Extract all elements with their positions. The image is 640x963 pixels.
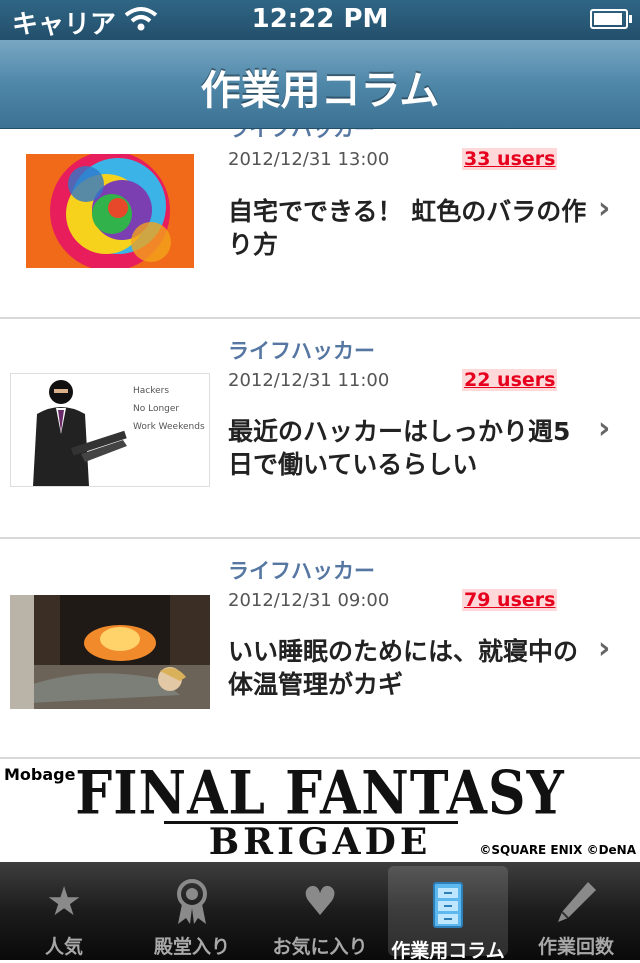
- tab-label: 作業回数: [537, 936, 614, 958]
- status-bar: キャリア 12:22 PM: [0, 0, 640, 40]
- tab-work-count[interactable]: 作業回数: [512, 862, 640, 960]
- tab-label: 作業用コラム: [391, 940, 505, 962]
- page-title: 作業用コラム: [200, 68, 440, 114]
- article-source: ライフハッカー: [228, 559, 375, 583]
- tab-label: 人気: [44, 936, 83, 958]
- star-icon: ★: [46, 879, 82, 925]
- article-date: 2012/12/31 13:00: [228, 149, 390, 170]
- ad-title: FINAL FANTASY: [75, 758, 565, 829]
- users-badge[interactable]: 22 users: [462, 369, 558, 391]
- article-title: いい睡眠のためには、就寝中の体温管理がカギ: [228, 637, 579, 699]
- article-source: ライフハッカー: [228, 129, 375, 141]
- ad-copyright: ©SQUARE ENIX ©DeNA: [479, 843, 636, 857]
- article-title: 自宅でできる！ 虹色のバラの作り方: [228, 197, 587, 259]
- article-date: 2012/12/31 09:00: [228, 590, 390, 611]
- battery-icon: [590, 9, 632, 29]
- navigation-bar: 作業用コラム: [0, 40, 640, 129]
- pencil-icon: [512, 878, 640, 926]
- article-cell[interactable]: ライフハッカー Hackers No Longer Work Weekends …: [0, 319, 640, 539]
- tab-popular[interactable]: ★ 人気: [0, 862, 128, 960]
- tab-label: 殿堂入り: [153, 936, 230, 958]
- users-badge[interactable]: 33 users: [462, 148, 558, 170]
- status-time: 12:22 PM: [251, 4, 389, 34]
- heart-icon: ♥: [302, 879, 338, 925]
- thumbnail-caption-line: Work Weekends: [133, 422, 205, 432]
- thumbnail-caption-line: No Longer: [133, 404, 180, 414]
- article-date: 2012/12/31 11:00: [228, 370, 390, 391]
- chevron-right-icon: ›: [598, 411, 611, 446]
- article-title: 最近のハッカーはしっかり週5日で働いているらしい: [228, 417, 571, 479]
- rainbow-rose-thumbnail: [26, 154, 194, 268]
- chevron-right-icon: ›: [598, 631, 611, 666]
- article-cell[interactable]: ライフハッカー 2012/12/31 09:00 79 users いい睡眠のた…: [0, 539, 640, 759]
- tab-favorites[interactable]: ♥ お気に入り: [256, 862, 384, 960]
- award-icon: [128, 878, 256, 926]
- cabinet-icon: [388, 882, 508, 930]
- users-badge[interactable]: 79 users: [462, 589, 558, 611]
- thumbnail-caption-line: Hackers: [133, 386, 170, 396]
- ad-banner[interactable]: Mobage FINAL FANTASY BRIGADE ©SQUARE ENI…: [0, 758, 640, 863]
- tab-work-column[interactable]: 作業用コラム: [388, 866, 508, 962]
- article-cell[interactable]: ライフハッカー 2012/12/31 13:00 33 users 自宅でできる…: [0, 129, 640, 319]
- article-list[interactable]: ライフハッカー 2012/12/31 13:00 33 users 自宅でできる…: [0, 129, 640, 761]
- tab-hall-of-fame[interactable]: 殿堂入り: [128, 862, 256, 960]
- hacker-thumbnail: Hackers No Longer Work Weekends: [10, 373, 210, 487]
- tab-bar: ★ 人気 殿堂入り ♥ お気に入り 作業用コラム 作業回数: [0, 862, 640, 962]
- sleeping-woman-thumbnail: [10, 595, 210, 709]
- article-source: ライフハッカー: [228, 339, 375, 363]
- tab-label: お気に入り: [272, 936, 368, 958]
- chevron-right-icon: ›: [598, 191, 611, 226]
